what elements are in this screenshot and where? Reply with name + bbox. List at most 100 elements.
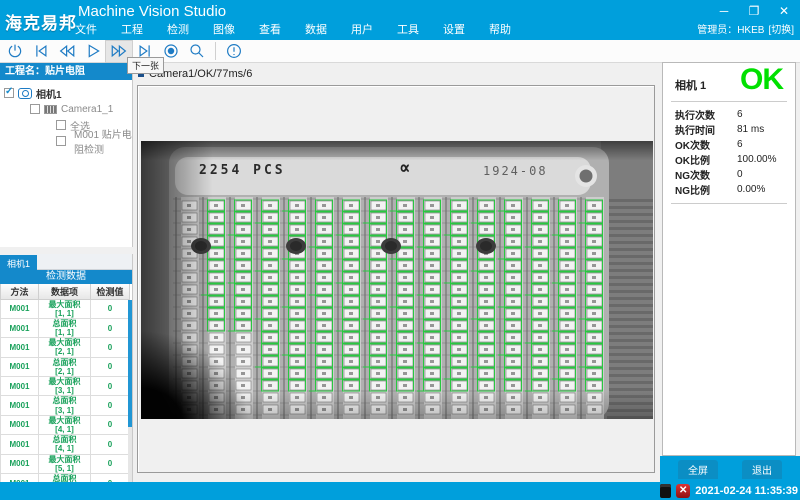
toolbar-separator [215,42,216,60]
table-row[interactable]: M001 最大面积[3, 1] 0 [1,377,130,396]
cell-method: M001 [1,377,39,396]
power-icon[interactable] [2,41,28,62]
stat-value: 0 [737,169,743,180]
stat-value: 6 [737,139,743,150]
stat-row: OK比例 100.00% [675,152,787,167]
cell-value: 0 [91,338,130,357]
run-once-icon[interactable] [80,41,106,62]
menu-item[interactable]: 检测 [167,21,189,37]
tree-item[interactable]: M001 贴片电阻检测 [0,133,132,149]
tooltip-next-image: 下一张 [127,57,164,74]
right-footer: 全屏 退出 [660,456,800,482]
prev-continuous-icon[interactable] [54,41,80,62]
table-row[interactable]: M001 总面积[1, 1] 0 [1,318,130,337]
brand-logo: 海克易邦 [5,9,77,34]
minimize-button[interactable]: ─ [716,3,732,19]
stat-value: 100.00% [737,154,776,165]
cell-method: M001 [1,454,39,473]
cell-value: 0 [91,357,130,376]
camera-image[interactable]: 2254 PCS ∝ 1924-08 [141,141,653,419]
zoom-icon[interactable] [184,41,210,62]
device-status-icon[interactable] [660,484,671,498]
status-bar: ✕ 2021-02-24 11:35:39 [0,482,800,500]
menu-item[interactable]: 文件 [75,21,97,37]
table-row[interactable]: M001 总面积[5, 1] 0 [1,473,130,482]
stat-value: 0.00% [737,184,765,195]
table-row[interactable]: M001 总面积[3, 1] 0 [1,396,130,415]
cell-data-item: 最大面积[4, 1] [39,415,91,434]
exit-button[interactable]: 退出 [742,460,782,479]
admin-area: 管理员：HKEB [切换] [697,21,794,36]
app-title: Machine Vision Studio [78,3,226,20]
clock-timestamp: 2021-02-24 11:35:39 [695,485,798,497]
tree-checkbox[interactable] [4,88,14,98]
statistics-panel: 相机 1 OK 执行次数 6 执行时间 81 ms OK次数 6 [662,62,796,456]
stat-value: 6 [737,109,743,120]
menu-item[interactable]: 图像 [213,21,235,37]
divider [671,101,787,102]
menu-item[interactable]: 数据 [305,21,327,37]
divider [671,203,787,204]
stat-row: NG次数 0 [675,167,787,182]
result-status: OK [740,63,783,97]
fullscreen-button[interactable]: 全屏 [678,460,718,479]
column-header[interactable]: 数据项 [39,284,91,299]
menu-item[interactable]: 帮助 [489,21,511,37]
table-vertical-scrollbar[interactable] [128,300,132,482]
first-image-icon[interactable] [28,41,54,62]
title-bar: 海克易邦 Machine Vision Studio ─ ❐ ✕ 文件 工程 检测 图… [0,0,800,40]
table-row[interactable]: M001 最大面积[4, 1] 0 [1,415,130,434]
table-row[interactable]: M001 总面积[4, 1] 0 [1,435,130,454]
cell-method: M001 [1,473,39,482]
switch-user-link[interactable]: [切换] [768,21,794,36]
scrollbar-thumb[interactable] [128,300,132,427]
menu-item[interactable]: 查看 [259,21,281,37]
cell-value: 0 [91,299,130,318]
barcode-icon [44,105,57,114]
cell-method: M001 [1,435,39,454]
tree-checkbox[interactable] [56,120,66,130]
tray-logo-mark: ∝ [399,157,410,179]
tree-item[interactable]: Camera1_1 [0,101,132,117]
tray-stamp-pcs: 2254 PCS [199,163,286,178]
cell-method: M001 [1,299,39,318]
table-row[interactable]: M001 最大面积[1, 1] 0 [1,299,130,318]
menu-item[interactable]: 用户 [351,21,373,37]
tab-camera1[interactable]: 相机1 [0,255,37,273]
tree-checkbox[interactable] [30,104,40,114]
tree-item[interactable]: 相机1 [0,85,132,101]
error-status-icon[interactable]: ✕ [676,484,690,498]
column-header[interactable]: 检测值 [91,284,130,299]
table-row[interactable]: M001 最大面积[5, 1] 0 [1,454,130,473]
stat-label: OK次数 [675,137,737,152]
menu-item[interactable]: 工程 [121,21,143,37]
menu-item[interactable]: 设置 [443,21,465,37]
tree-item-label: 相机1 [36,86,62,101]
stat-label: NG比例 [675,182,737,197]
menu-bar: 文件 工程 检测 图像 查看 数据 用户 工具 设置 帮助 [75,21,511,37]
alarm-icon[interactable] [221,41,247,62]
cell-method: M001 [1,357,39,376]
tree-item-label: Camera1_1 [61,104,113,115]
stat-label: 执行次数 [675,107,737,122]
cell-value: 0 [91,396,130,415]
tree-item-label: M001 贴片电阻检测 [74,126,132,156]
cell-data-item: 总面积[5, 1] [39,473,91,482]
cell-data-item: 总面积[1, 1] [39,318,91,337]
project-tree: 相机1 Camera1_1 全选 M001 贴片电阻检测 [0,80,132,149]
camera-tab-strip: 相机1 [0,254,132,270]
close-button[interactable]: ✕ [776,3,792,19]
image-result-label: Camera1/OK/77ms/6 [149,68,252,80]
stats-list: 执行次数 6 执行时间 81 ms OK次数 6 OK比例 100.00% [675,107,787,197]
stat-label: OK比例 [675,152,737,167]
stat-row: 执行次数 6 [675,107,787,122]
column-header[interactable]: 方法 [1,284,39,299]
table-row[interactable]: M001 总面积[2, 1] 0 [1,357,130,376]
camera-label: 相机 1 [675,77,706,93]
project-panel: 工程名：贴片电阻 相机1 Camera1_1 全选 [0,63,133,247]
menu-item[interactable]: 工具 [397,21,419,37]
table-row[interactable]: M001 最大面积[2, 1] 0 [1,338,130,357]
tree-checkbox[interactable] [56,136,66,146]
restore-button[interactable]: ❐ [746,3,762,19]
project-name-header: 工程名：贴片电阻 [0,63,132,80]
